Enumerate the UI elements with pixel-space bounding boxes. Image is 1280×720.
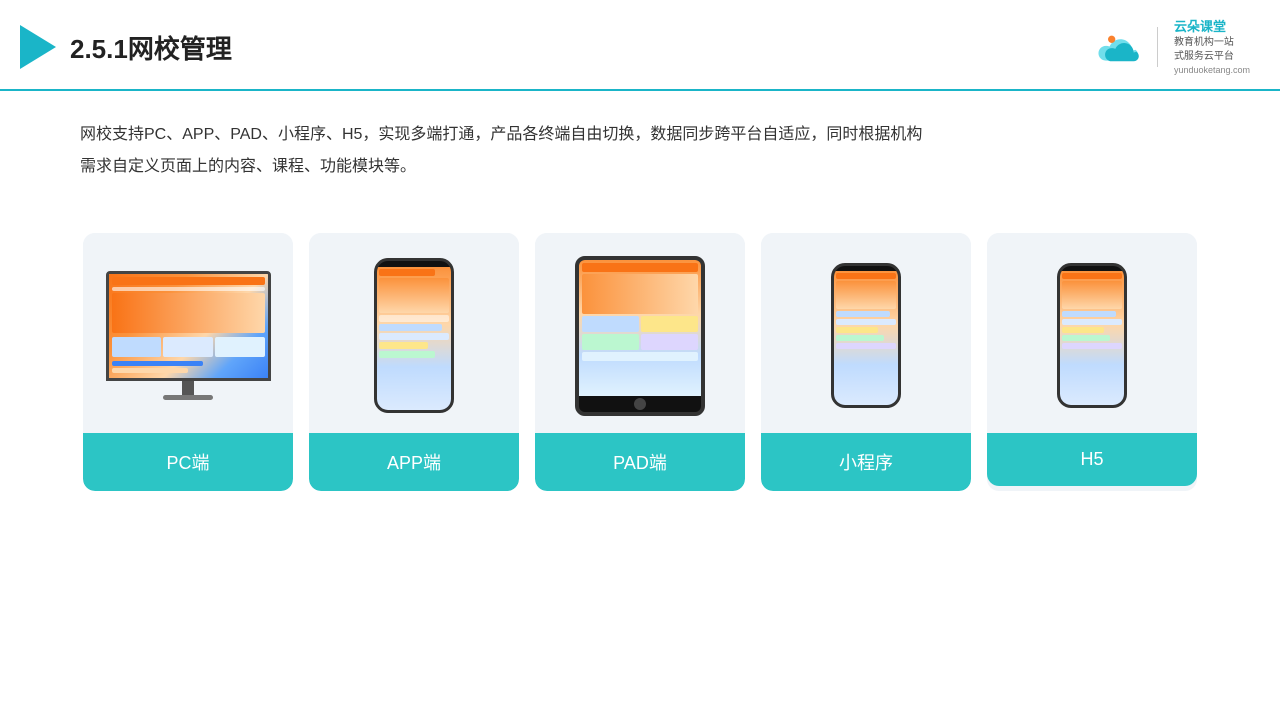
card-miniprogram: 小程序 [761,233,971,491]
description-section: 网校支持PC、APP、PAD、小程序、H5，实现多端打通，产品各终端自由切换，数… [0,91,1280,193]
tablet-mockup [575,256,705,416]
description-line1: 网校支持PC、APP、PAD、小程序、H5，实现多端打通，产品各终端自由切换，数… [80,119,1200,151]
card-app: APP端 [309,233,519,491]
logo-divider [1157,27,1158,67]
header-left: 2.5.1网校管理 [20,25,232,69]
page-title: 2.5.1网校管理 [70,29,232,66]
card-app-image [309,233,519,433]
pc-mockup [106,271,271,400]
description-line2: 需求自定义页面上的内容、课程、功能模块等。 [80,151,1200,183]
card-h5-label: H5 [987,433,1197,486]
card-pc-image [83,233,293,433]
page-header: 2.5.1网校管理 云朵课堂 教育机构一站 式服务云平台 yunduoketan… [0,0,1280,91]
card-pc-label: PC端 [83,433,293,491]
card-pad-label: PAD端 [535,433,745,491]
header-right: 云朵课堂 教育机构一站 式服务云平台 yunduoketang.com [1097,18,1250,77]
card-miniprogram-image [761,233,971,433]
card-pad-image [535,233,745,433]
cards-section: PC端 APP端 [0,203,1280,491]
phone-mockup-app [374,258,454,413]
play-icon [20,25,56,69]
card-miniprogram-label: 小程序 [761,433,971,491]
logo-text: 云朵课堂 教育机构一站 式服务云平台 yunduoketang.com [1174,18,1250,77]
card-pad: PAD端 [535,233,745,491]
phone-mockup-h5 [1057,263,1127,408]
card-app-label: APP端 [309,433,519,491]
logo-cloud-icon [1097,30,1141,64]
card-pc: PC端 [83,233,293,491]
card-h5: H5 [987,233,1197,491]
card-h5-image [987,233,1197,433]
phone-mockup-mini1 [831,263,901,408]
